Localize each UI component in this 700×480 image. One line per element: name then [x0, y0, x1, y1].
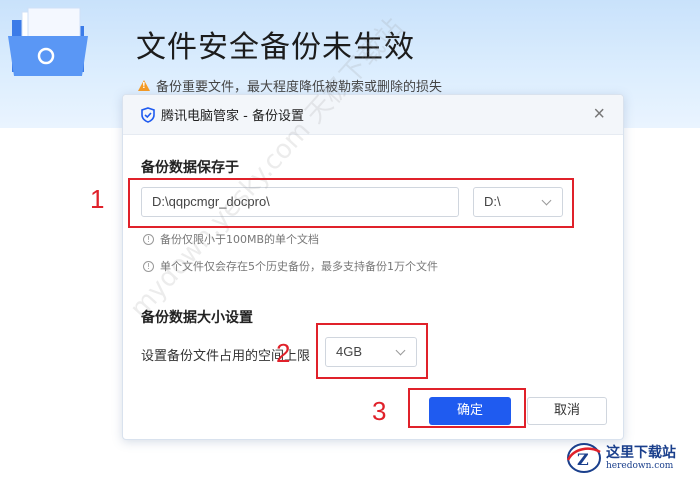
logo-sub-text: heredown.com: [606, 460, 674, 471]
hero-warning-text: 备份重要文件，最大程度降低被勒索或删除的损失: [156, 80, 443, 95]
hero-warning: 备份重要文件，最大程度降低被勒索或删除的损失: [138, 76, 442, 95]
folder-icon: [8, 7, 88, 76]
annotation-number-1: 1: [90, 184, 105, 214]
annotation-box-1: [128, 178, 574, 228]
site-logo: Z 这里下载站 heredown.com: [566, 438, 698, 478]
annotation-number-2: 2: [276, 338, 291, 368]
logo-main-text: 这里下载站: [606, 444, 676, 461]
save-location-title: 备份数据保存于: [141, 160, 239, 176]
annotation-box-2: [316, 323, 428, 379]
logo-icon: Z: [566, 443, 601, 473]
dialog-header: 腾讯电脑管家 - 备份设置: [123, 95, 623, 135]
annotation-box-3: [408, 388, 526, 428]
annotation-number-3: 3: [372, 396, 387, 426]
svg-text:Z: Z: [577, 450, 589, 469]
cancel-button[interactable]: 取消: [527, 397, 607, 425]
info-icon: !: [143, 233, 154, 245]
close-icon[interactable]: ×: [593, 104, 605, 124]
warning-icon: [138, 80, 150, 91]
shield-icon: [141, 106, 155, 123]
